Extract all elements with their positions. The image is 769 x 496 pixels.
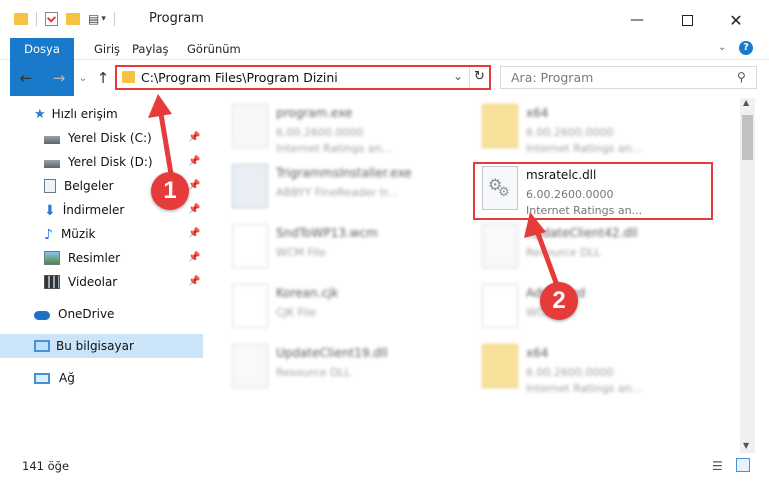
status-bar: 141 öğe ☰ (0, 452, 769, 480)
list-item[interactable]: program.exe 6.00.2600.0000 Internet Ratin… (212, 100, 452, 158)
pin-icon[interactable]: 📌 (188, 228, 200, 239)
list-item[interactable]: UpdateClient19.dll Resource DLL (212, 340, 452, 398)
title-bar: ▤ ▾ Program — ✕ (0, 0, 769, 38)
window-title: Program (149, 11, 204, 26)
address-bar[interactable]: C:\Program Files\Program Dizini ⌄ ↻ (115, 65, 491, 90)
folder-icon (482, 104, 518, 148)
chevron-down-icon: ⌄ (78, 72, 88, 84)
tab-view[interactable]: Görünüm (187, 38, 241, 60)
cloud-icon (34, 310, 50, 320)
drive-icon (44, 135, 60, 144)
item-count: 141 öğe (22, 459, 70, 473)
dll-gear-icon (482, 224, 518, 268)
list-item[interactable]: UpdateClient42.dll Resource DLL (462, 220, 702, 278)
file-icon (482, 284, 518, 328)
properties-icon[interactable] (45, 12, 58, 26)
scrollbar-thumb[interactable] (742, 115, 753, 160)
maximize-button[interactable] (667, 6, 707, 34)
folder-icon[interactable] (14, 13, 28, 25)
sidebar-item-pictures[interactable]: Resimler 📌 (0, 246, 203, 270)
search-placeholder: Ara: Program (511, 70, 594, 85)
help-icon[interactable]: ? (739, 41, 753, 55)
pin-icon[interactable]: 📌 (188, 180, 200, 191)
back-button[interactable]: ← (15, 67, 37, 89)
expand-ribbon-icon[interactable]: ⌄ (718, 42, 726, 53)
list-item[interactable]: Korean.cjk CJK File (212, 280, 452, 338)
up-button[interactable]: ↑ (92, 67, 114, 89)
refresh-icon[interactable]: ↻ (474, 69, 485, 84)
list-item[interactable]: Advanced WCM (462, 280, 702, 338)
list-item[interactable]: x64 6.00.2600.0000 Internet Ratings an... (462, 100, 702, 158)
pin-icon[interactable]: 📌 (188, 204, 200, 215)
large-icons-view-icon[interactable] (736, 458, 750, 472)
arrow-right-icon: → (52, 69, 66, 87)
search-icon: ⚲ (737, 70, 746, 84)
file-icon (232, 224, 268, 268)
installer-icon (232, 164, 268, 208)
sidebar-item-videos[interactable]: Videolar 📌 (0, 270, 203, 294)
file-list: program.exe 6.00.2600.0000 Internet Ratin… (212, 100, 740, 452)
file-icon (232, 284, 268, 328)
address-dropdown-icon[interactable]: ⌄ (453, 69, 463, 83)
quick-access-toolbar: ▤ ▾ (14, 10, 123, 28)
computer-icon (34, 340, 50, 352)
dll-gear-icon (232, 344, 268, 388)
tab-home[interactable]: Giriş (94, 38, 120, 60)
new-folder-icon[interactable] (66, 13, 80, 25)
tab-share[interactable]: Paylaş (132, 38, 169, 60)
sidebar-item-network[interactable]: Ağ (0, 366, 203, 390)
sidebar-item-local-disk-c[interactable]: Yerel Disk (C:) 📌 (0, 126, 203, 150)
navigation-pane: ★ Hızlı erişim Yerel Disk (C:) 📌 Yerel D… (0, 100, 203, 452)
address-path[interactable]: C:\Program Files\Program Dizini (141, 70, 338, 85)
scroll-up-icon[interactable]: ▲ (743, 98, 749, 107)
folder-icon (482, 344, 518, 388)
arrow-up-icon: ↑ (96, 69, 110, 87)
list-item[interactable]: x64 6.00.2600.0000 Internet Ratings an... (462, 340, 702, 398)
star-icon: ★ (34, 107, 46, 122)
close-button[interactable]: ✕ (716, 6, 756, 34)
list-item[interactable]: SndToWP13.wcm WCM File (212, 220, 452, 278)
forward-button[interactable]: → (48, 67, 70, 89)
pin-icon[interactable]: 📌 (188, 156, 200, 167)
pin-icon[interactable]: 📌 (188, 132, 200, 143)
highlight-box (473, 162, 713, 220)
music-icon: ♪ (44, 227, 53, 243)
customize-toolbar-icon[interactable]: ▾ (101, 14, 106, 24)
sidebar-item-onedrive[interactable]: OneDrive (0, 302, 203, 326)
pictures-icon (44, 251, 60, 265)
arrow-left-icon: ← (19, 69, 33, 87)
sidebar-item-local-disk-d[interactable]: Yerel Disk (D:) 📌 (0, 150, 203, 174)
download-icon: ⬇ (44, 203, 56, 219)
search-input[interactable]: Ara: Program ⚲ (500, 66, 757, 89)
drive-icon (44, 159, 60, 168)
minimize-icon: — (630, 12, 644, 28)
step-marker-1: 1 (151, 172, 189, 210)
documents-icon (44, 179, 56, 193)
recent-locations-button[interactable]: ⌄ (72, 67, 94, 89)
navigation-bar: ← → ⌄ ↑ C:\Program Files\Program Dizini … (0, 61, 769, 95)
exe-icon (232, 104, 268, 148)
network-icon (34, 372, 50, 384)
list-item[interactable]: TrigrammsInstaller.exe ABBYY FineReader … (212, 160, 452, 218)
sidebar-item-quick-access[interactable]: ★ Hızlı erişim (0, 102, 203, 126)
pin-icon[interactable]: 📌 (188, 252, 200, 263)
sidebar-item-music[interactable]: ♪ Müzik 📌 (0, 222, 203, 246)
details-view-icon[interactable]: ☰ (712, 459, 723, 473)
folder-icon (122, 71, 135, 83)
maximize-icon (681, 14, 693, 26)
pin-icon[interactable]: 📌 (188, 276, 200, 287)
sidebar-item-this-pc[interactable]: Bu bilgisayar (0, 334, 203, 358)
minimize-button[interactable]: — (617, 6, 657, 34)
step-marker-2: 2 (540, 282, 578, 320)
scroll-down-icon[interactable]: ▼ (743, 441, 749, 450)
ribbon: Dosya Giriş Paylaş Görünüm ⌄ ? (0, 38, 769, 96)
close-icon: ✕ (729, 10, 743, 30)
videos-icon (44, 275, 60, 289)
view-icon[interactable]: ▤ (88, 12, 99, 26)
